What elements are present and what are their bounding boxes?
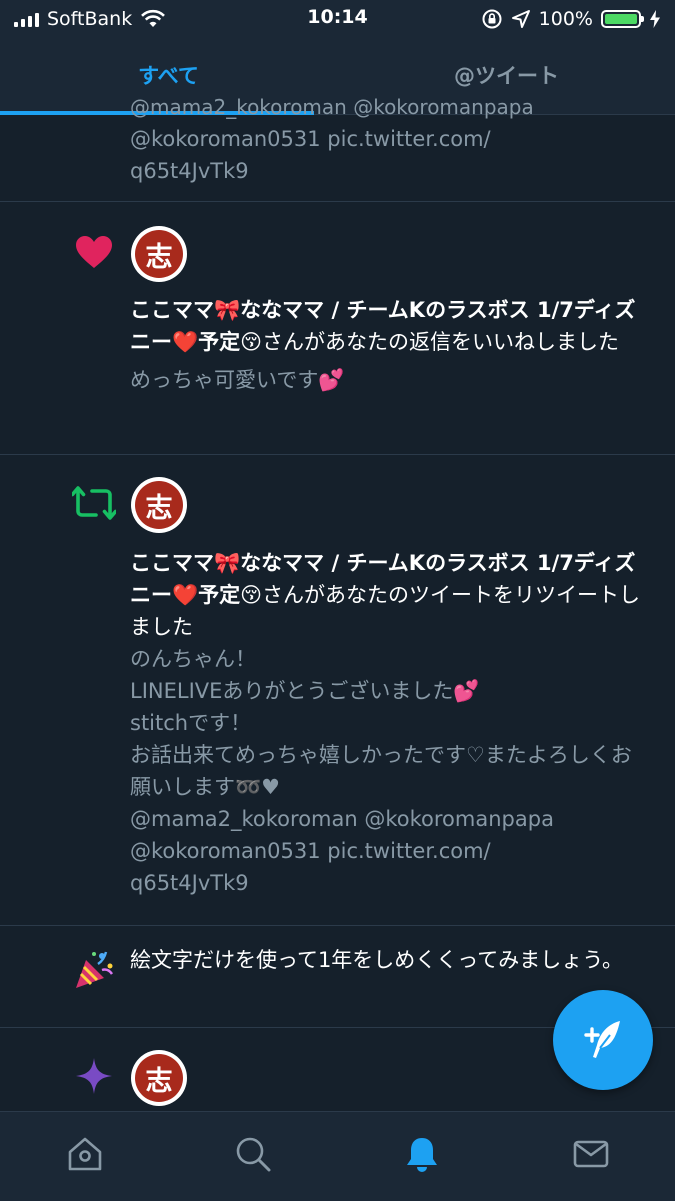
list-item[interactable]: @mama2_kokoroman @kokoromanpapa @kokorom… bbox=[0, 95, 675, 202]
status-right: 100% bbox=[481, 6, 661, 32]
notification-retweet[interactable]: 志 ここママ🎀ななママ / チームKのラスボス 1/7ディズニー❤️予定😚さんが… bbox=[0, 455, 675, 926]
avatar-mark: 志 bbox=[135, 230, 183, 278]
retweet-icon bbox=[72, 481, 116, 525]
tweet-text-cut: @mama2_kokoroman @kokoromanpapa bbox=[130, 95, 534, 119]
action-text: さんがあなたの返信をいいねしました bbox=[262, 330, 620, 354]
location-icon bbox=[511, 10, 530, 28]
notifications-button[interactable] bbox=[400, 1132, 444, 1176]
notification-like[interactable]: 志 ここママ🎀ななママ / チームKのラスボス 1/7ディズニー❤️予定😚さんが… bbox=[0, 202, 675, 455]
search-button[interactable] bbox=[231, 1132, 275, 1176]
compose-tweet-icon bbox=[584, 1021, 620, 1058]
bottom-nav bbox=[0, 1111, 675, 1201]
avatar-mark: 志 bbox=[135, 1054, 183, 1102]
messages-button[interactable] bbox=[569, 1132, 613, 1176]
tweet-text: @kokoroman0531 pic.twitter.com/ q65t4JvT… bbox=[130, 123, 491, 187]
battery-icon bbox=[601, 10, 644, 28]
promo-text: 絵文字だけを使って1年をしめくくってみましょう。 bbox=[130, 948, 623, 972]
battery-percent: 100% bbox=[538, 8, 593, 30]
messages-icon bbox=[573, 1140, 609, 1168]
notification-content: ここママ🎀ななママ / チームKのラスボス 1/7ディズニー❤️予定😚さんがあな… bbox=[130, 294, 650, 396]
notifications-icon bbox=[407, 1138, 437, 1172]
party-popper-icon bbox=[72, 948, 116, 992]
avatar-mark: 志 bbox=[135, 481, 183, 529]
tweet-text: のんちゃん！ LINELIVEありがとうございました💕 stitchです！ お話… bbox=[130, 647, 632, 895]
tweet-text: めっちゃ可愛いです💕 bbox=[130, 368, 345, 392]
home-button[interactable] bbox=[63, 1132, 107, 1176]
avatar[interactable]: 志 bbox=[131, 226, 187, 282]
tweet-line: q65t4JvTk9 bbox=[130, 159, 249, 183]
home-icon bbox=[68, 1137, 102, 1171]
avatar[interactable]: 志 bbox=[131, 477, 187, 533]
battery-level bbox=[605, 14, 637, 24]
sparkle-icon bbox=[72, 1054, 116, 1098]
charging-icon bbox=[650, 10, 660, 28]
search-icon bbox=[236, 1137, 271, 1172]
heart-icon bbox=[72, 230, 116, 274]
orientation-lock-icon bbox=[482, 9, 502, 29]
status-bar: SoftBank 10:14 100% bbox=[0, 0, 675, 38]
notification-feed: @mama2_kokoroman @kokoromanpapa @kokorom… bbox=[0, 95, 675, 1119]
tweet-line: @kokoroman0531 pic.twitter.com/ bbox=[130, 127, 491, 151]
compose-tweet-button[interactable] bbox=[553, 990, 653, 1090]
notification-content: ここママ🎀ななママ / チームKのラスボス 1/7ディズニー❤️予定😚さんがあな… bbox=[130, 547, 650, 899]
avatar[interactable]: 志 bbox=[131, 1050, 187, 1106]
